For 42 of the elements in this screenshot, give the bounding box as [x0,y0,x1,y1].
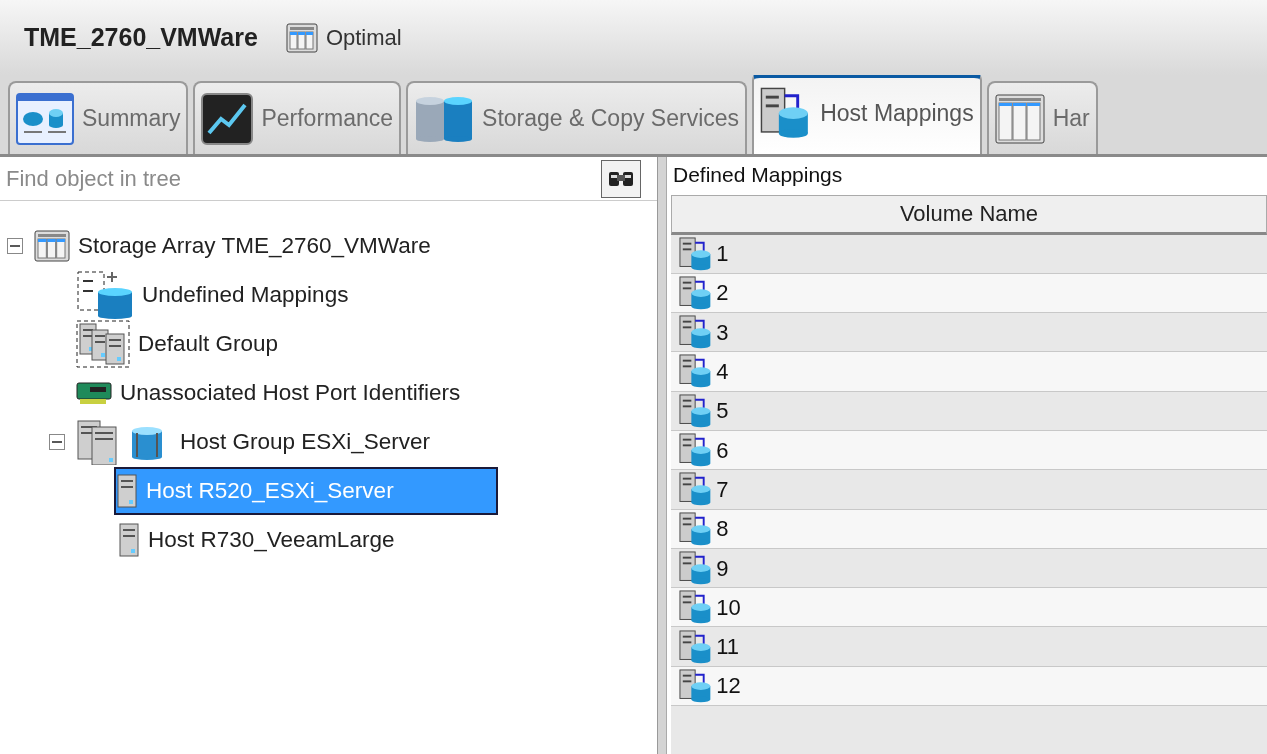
tab[interactable]: Storage & Copy Services [406,81,748,154]
table-cell: 10 [671,588,1267,628]
table-cell: 7 [671,470,1267,510]
table-cell: 2 [671,273,1267,314]
server-group-icon [76,319,130,368]
dashboard-icon [16,92,74,145]
tree-item[interactable]: Unassociated Host Port Identifiers [116,371,467,414]
table-cell: 4 [671,352,1267,392]
table-cell: 8 [671,509,1267,549]
collapse-icon[interactable] [49,433,65,450]
collapse-icon[interactable] [7,237,23,254]
status-label: Optimal [325,24,402,52]
tree-item[interactable]: Host Group ESXi_Server [176,420,437,463]
tree-item[interactable]: Default Group [134,322,285,365]
tree-item[interactable]: Host R730_VeeamLarge [144,518,401,561]
storage-array-icon [34,229,70,262]
section-title: Defined Mappings [672,162,844,188]
table-cell: 12 [671,666,1267,707]
table-cell: 9 [671,548,1267,589]
server-icon [118,521,140,558]
find-button[interactable] [601,159,641,198]
storage-array-icon [285,22,318,53]
tab[interactable]: Performance [193,81,402,154]
server-icon [116,472,138,509]
cylinders-icon [414,94,475,143]
table-cell: 1 [671,234,1267,274]
drive-tray-icon [994,93,1045,144]
port-card-icon [76,380,112,405]
tree-item[interactable]: Storage Array TME_2760_VMWare [74,224,437,267]
table-cell: 11 [671,627,1267,667]
undefined-mapping-icon [76,269,134,320]
table-cell: 5 [671,391,1267,431]
tree-item[interactable]: Undefined Mappings [138,273,355,316]
table-cell: 3 [671,313,1267,353]
tab[interactable]: Host Mappings [752,75,982,154]
array-name: TME_2760_VMWare [24,21,258,53]
tab[interactable]: Summary [8,81,189,154]
tab[interactable]: Har [986,81,1098,154]
table-cell: 6 [671,431,1267,471]
splitter-handle[interactable] [657,157,667,754]
line-graph-icon [201,92,254,145]
column-header[interactable]: Volume Name [671,194,1267,235]
